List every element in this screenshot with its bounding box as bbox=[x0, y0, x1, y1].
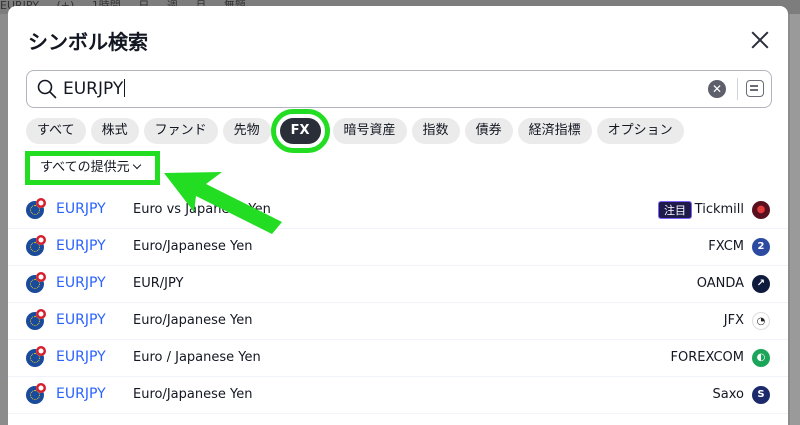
clear-icon[interactable]: ✕ bbox=[708, 80, 726, 98]
search-icon bbox=[37, 79, 57, 99]
tab-bonds[interactable]: 債券 bbox=[464, 118, 513, 144]
result-provider: OANDA bbox=[696, 276, 744, 291]
eu-flag-icon bbox=[26, 198, 46, 219]
result-description: EUR/JPY bbox=[133, 276, 184, 291]
tab-fx[interactable]: FX bbox=[270, 109, 330, 153]
results-list: EURJPY Euro vs Japanese Yen 注目 Tickmill … bbox=[8, 192, 788, 414]
tab-stocks[interactable]: 株式 bbox=[90, 118, 139, 144]
result-provider: Saxo bbox=[712, 387, 744, 402]
result-row[interactable]: EURJPY Euro/Japanese Yen Saxo S bbox=[8, 377, 788, 414]
eu-flag-icon bbox=[26, 272, 46, 293]
close-icon[interactable] bbox=[748, 28, 772, 52]
background-edge bbox=[790, 14, 800, 425]
dialog-title: シンボル検索 bbox=[28, 30, 148, 54]
eu-flag-icon bbox=[26, 235, 46, 256]
result-symbol: EURJPY bbox=[56, 349, 106, 365]
tab-funds[interactable]: ファンド bbox=[143, 118, 218, 144]
result-row[interactable]: EURJPY Euro/Japanese Yen FXCM 2 bbox=[8, 229, 788, 266]
tab-futures[interactable]: 先物 bbox=[222, 118, 271, 144]
search-value[interactable]: EURJPY bbox=[63, 79, 126, 99]
tab-crypto[interactable]: 暗号資産 bbox=[332, 118, 407, 144]
symbol-search-dialog: シンボル検索 EURJPY ✕ すべて 株式 ファンド 先物 FX 暗号資産 指… bbox=[8, 6, 788, 425]
result-description: Euro vs Japanese Yen bbox=[133, 202, 271, 217]
provider-logo-icon: ↗ bbox=[752, 275, 770, 293]
provider-logo-icon: 2 bbox=[752, 238, 770, 256]
chevron-down-icon bbox=[132, 160, 141, 170]
provider-filter-dropdown[interactable]: すべての提供元 bbox=[25, 151, 160, 185]
featured-badge: 注目 bbox=[658, 201, 692, 219]
category-tabs: すべて 株式 ファンド 先物 FX 暗号資産 指数 債券 経済指標 オプション bbox=[26, 109, 689, 153]
eu-flag-icon bbox=[26, 346, 46, 367]
search-divider bbox=[737, 78, 738, 100]
result-provider: Tickmill bbox=[694, 202, 744, 217]
search-text: EURJPY bbox=[63, 79, 124, 99]
provider-logo-icon: S bbox=[752, 386, 770, 404]
result-symbol: EURJPY bbox=[56, 312, 106, 328]
result-symbol: EURJPY bbox=[56, 386, 106, 402]
result-description: Euro/Japanese Yen bbox=[133, 313, 253, 328]
result-provider: FOREXCOM bbox=[670, 350, 744, 365]
provider-logo-icon: ● bbox=[752, 201, 770, 219]
result-description: Euro/Japanese Yen bbox=[133, 239, 253, 254]
result-description: Euro / Japanese Yen bbox=[133, 350, 261, 365]
tab-indices[interactable]: 指数 bbox=[411, 118, 460, 144]
provider-logo-icon: ◐ bbox=[752, 349, 770, 367]
result-symbol: EURJPY bbox=[56, 238, 106, 254]
eu-flag-icon bbox=[26, 383, 46, 404]
keyboard-icon[interactable] bbox=[746, 80, 764, 97]
tab-economy[interactable]: 経済指標 bbox=[517, 118, 592, 144]
text-caret bbox=[124, 79, 126, 97]
result-symbol: EURJPY bbox=[56, 275, 106, 291]
provider-filter-label: すべての提供元 bbox=[40, 160, 130, 175]
result-symbol: EURJPY bbox=[56, 201, 106, 217]
result-provider: FXCM bbox=[708, 239, 744, 254]
result-row[interactable]: EURJPY Euro/Japanese Yen JFX ◔ bbox=[8, 303, 788, 340]
result-row[interactable]: EURJPY Euro / Japanese Yen FOREXCOM ◐ bbox=[8, 340, 788, 377]
result-row[interactable]: EURJPY Euro vs Japanese Yen 注目 Tickmill … bbox=[8, 192, 788, 229]
tab-all[interactable]: すべて bbox=[26, 118, 86, 144]
result-provider: JFX bbox=[723, 313, 744, 328]
search-input[interactable]: EURJPY ✕ bbox=[26, 70, 772, 108]
provider-logo-icon: ◔ bbox=[752, 312, 770, 330]
eu-flag-icon bbox=[26, 309, 46, 330]
result-row[interactable]: EURJPY EUR/JPY OANDA ↗ bbox=[8, 266, 788, 303]
result-description: Euro/Japanese Yen bbox=[133, 387, 253, 402]
tab-options[interactable]: オプション bbox=[596, 118, 684, 144]
